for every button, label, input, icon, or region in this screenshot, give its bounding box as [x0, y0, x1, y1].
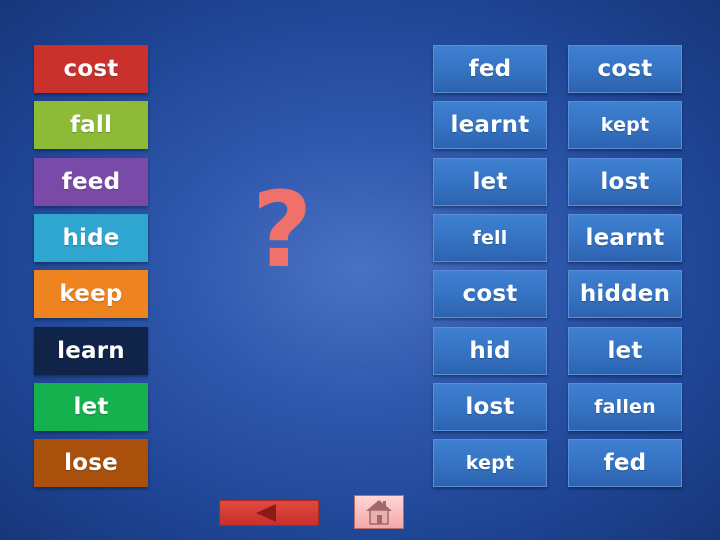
- past-participle-card-cost[interactable]: cost: [568, 45, 682, 93]
- past-participle-card-hidden[interactable]: hidden: [568, 270, 682, 319]
- verb-card-fall[interactable]: fall: [34, 101, 148, 150]
- past-participle-card-learnt[interactable]: learnt: [568, 213, 682, 262]
- past-simple-card-cost[interactable]: cost: [433, 270, 547, 319]
- verb-card-keep[interactable]: keep: [34, 270, 148, 319]
- past-simple-card-lost[interactable]: lost: [433, 382, 547, 431]
- past-participle-card-lost[interactable]: lost: [568, 157, 682, 206]
- question-mark: ?: [252, 169, 313, 291]
- verb-card-feed[interactable]: feed: [34, 157, 148, 206]
- verb-card-cost[interactable]: cost: [34, 45, 148, 93]
- past-simple-card-fell[interactable]: fell: [433, 213, 547, 262]
- past-participle-card-kept[interactable]: kept: [568, 101, 682, 150]
- home-icon: [366, 500, 392, 525]
- back-button[interactable]: [219, 500, 319, 526]
- past-simple-card-hid[interactable]: hid: [433, 326, 547, 375]
- left-triangle-icon: [256, 504, 276, 522]
- home-button[interactable]: [354, 495, 404, 529]
- verb-card-learn[interactable]: learn: [34, 326, 148, 375]
- verb-card-hide[interactable]: hide: [34, 213, 148, 262]
- past-simple-card-learnt[interactable]: learnt: [433, 101, 547, 150]
- past-simple-card-let[interactable]: let: [433, 157, 547, 206]
- verb-card-let[interactable]: let: [34, 382, 148, 431]
- past-participle-card-fed[interactable]: fed: [568, 439, 682, 488]
- past-simple-card-fed[interactable]: fed: [433, 45, 547, 93]
- verb-card-lose[interactable]: lose: [34, 439, 148, 488]
- past-participle-card-let[interactable]: let: [568, 326, 682, 375]
- past-participle-card-fallen[interactable]: fallen: [568, 382, 682, 431]
- past-simple-card-kept[interactable]: kept: [433, 439, 547, 488]
